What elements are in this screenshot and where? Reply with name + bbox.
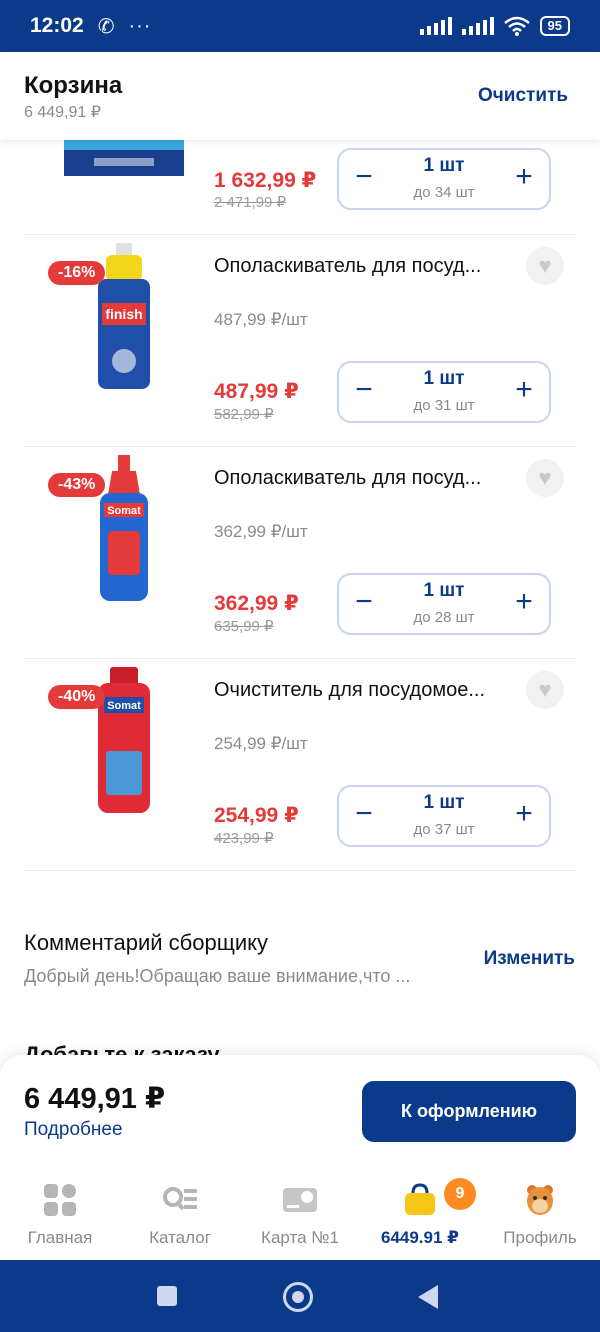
- nav-label: Главная: [27, 1228, 93, 1247]
- item-price: 1 632,99 ₽: [214, 169, 317, 192]
- nav-label: Профиль: [503, 1228, 577, 1247]
- comment-section-title: Комментарий сборщику: [24, 930, 269, 955]
- add-to-order-title: Добавьте к заказу: [24, 1042, 220, 1056]
- increase-quantity-button[interactable]: +: [509, 584, 539, 620]
- home-grid-icon: [44, 1184, 76, 1216]
- back-button[interactable]: [418, 1285, 438, 1309]
- clear-cart-button[interactable]: Очистить: [478, 85, 568, 107]
- nav-item-card[interactable]: Карта №1: [240, 1165, 360, 1260]
- cart-item[interactable]: 1 632,99 ₽ 2 471,99 ₽ − 1 шт до 34 шт +: [24, 140, 576, 235]
- whatsapp-icon: ✆: [97, 15, 115, 38]
- item-old-price: 582,99 ₽: [214, 406, 274, 423]
- edit-comment-button[interactable]: Изменить: [484, 948, 575, 970]
- svg-text:Somat: Somat: [107, 505, 141, 517]
- battery-icon: 95: [539, 16, 570, 36]
- signal-icon-2: [461, 17, 494, 35]
- nav-label: Каталог: [149, 1228, 211, 1247]
- unit-price: 362,99 ₽/шт: [214, 522, 308, 541]
- item-price: 362,99 ₽: [214, 592, 299, 615]
- discount-badge: -43%: [48, 473, 106, 497]
- status-time: 12:02: [30, 14, 84, 37]
- cart-item[interactable]: Somat -40% Очиститель для посудомое... ♥…: [24, 659, 576, 871]
- system-navigation-bar: [0, 1260, 600, 1332]
- increase-quantity-button[interactable]: +: [509, 796, 539, 832]
- favorite-heart-icon[interactable]: ♥: [526, 459, 564, 497]
- nav-item-home[interactable]: Главная: [0, 1165, 120, 1260]
- favorite-heart-icon[interactable]: ♥: [526, 671, 564, 709]
- product-name[interactable]: Очиститель для посудомое...: [214, 679, 514, 702]
- product-name[interactable]: Ополаскиватель для посуд...: [214, 255, 514, 278]
- loyalty-card-icon: [283, 1188, 317, 1212]
- unit-price: 487,99 ₽/шт: [214, 310, 308, 329]
- checkout-panel: 6 449,91 ₽ Подробнее К оформлению: [0, 1055, 600, 1165]
- svg-text:Somat: Somat: [107, 700, 141, 712]
- favorite-heart-icon[interactable]: ♥: [526, 247, 564, 285]
- nav-item-profile[interactable]: Профиль: [480, 1165, 600, 1260]
- increase-quantity-button[interactable]: +: [509, 372, 539, 408]
- quantity-stepper[interactable]: − 1 шт до 34 шт +: [337, 148, 551, 210]
- cart-item[interactable]: Somat -43% Ополаскиватель для посуд... ♥…: [24, 447, 576, 659]
- increase-quantity-button[interactable]: +: [509, 159, 539, 195]
- checkout-button[interactable]: К оформлению: [362, 1081, 576, 1142]
- cart-bag-icon: [405, 1183, 435, 1215]
- checkout-total: 6 449,91 ₽: [24, 1083, 166, 1115]
- bottom-navigation: Главная Каталог Карта №1 6449.91 ₽ Профи…: [0, 1165, 600, 1260]
- cart-header: Корзина 6 449,91 ₽ Очистить: [0, 52, 600, 140]
- item-price: 487,99 ₽: [214, 380, 299, 403]
- signal-icon: [419, 17, 452, 35]
- product-name[interactable]: Ополаскиватель для посуд...: [214, 467, 514, 490]
- hamster-avatar-icon: [527, 1185, 553, 1215]
- recent-apps-button[interactable]: [157, 1286, 177, 1306]
- cart-item[interactable]: finish -16% Ополаскиватель для посуд... …: [24, 235, 576, 447]
- status-bar: 12:02 ✆ ··· 95: [0, 0, 600, 52]
- quantity-stepper[interactable]: − 1 шт до 28 шт +: [337, 573, 551, 635]
- details-link[interactable]: Подробнее: [24, 1119, 123, 1141]
- item-old-price: 423,99 ₽: [214, 830, 274, 847]
- home-button[interactable]: [283, 1282, 313, 1312]
- more-dots-icon: ···: [128, 14, 152, 37]
- discount-badge: -16%: [48, 261, 106, 285]
- discount-badge: -40%: [48, 685, 106, 709]
- comment-preview: Добрый день!Обращаю ваше внимание,что ..…: [24, 966, 411, 986]
- item-price: 254,99 ₽: [214, 804, 299, 827]
- cart-count-badge: 9: [444, 1178, 476, 1210]
- nav-item-catalog[interactable]: Каталог: [120, 1165, 240, 1260]
- nav-label: Карта №1: [261, 1228, 339, 1247]
- unit-price: 254,99 ₽/шт: [214, 734, 308, 753]
- product-image: [64, 140, 184, 176]
- catalog-icon: [163, 1187, 197, 1211]
- svg-text:finish: finish: [105, 306, 142, 322]
- quantity-stepper[interactable]: − 1 шт до 37 шт +: [337, 785, 551, 847]
- nav-label: 6449.91 ₽: [380, 1228, 459, 1247]
- item-old-price: 635,99 ₽: [214, 618, 274, 635]
- quantity-stepper[interactable]: − 1 шт до 31 шт +: [337, 361, 551, 423]
- cart-subtotal: 6 449,91 ₽: [24, 104, 101, 121]
- wifi-icon: [503, 16, 530, 36]
- item-old-price: 2 471,99 ₽: [214, 194, 287, 211]
- page-title: Корзина: [24, 72, 123, 99]
